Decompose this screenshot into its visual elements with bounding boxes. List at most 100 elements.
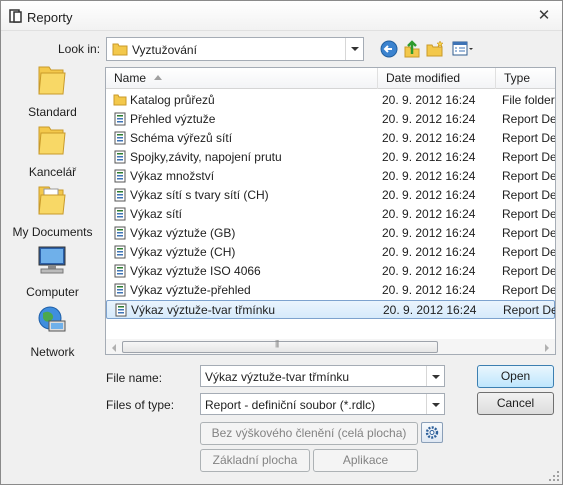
files-of-type-dropdown[interactable]: Report - definiční soubor (*.rdlc)	[200, 393, 445, 415]
files-of-type-value: Report - definiční soubor (*.rdlc)	[205, 398, 376, 412]
cancel-button[interactable]: Cancel	[477, 392, 554, 415]
open-button[interactable]: Open	[477, 365, 554, 388]
file-type: File folder	[502, 93, 555, 107]
file-name: Výkaz výztuže (CH)	[130, 245, 236, 259]
close-button[interactable]: ✕	[536, 7, 552, 25]
column-type-label: Type	[504, 71, 531, 85]
gear-icon	[425, 426, 439, 439]
file-type: Report De	[503, 303, 556, 317]
file-row[interactable]: Spojky,závity, napojení prutu 20. 9. 2012…	[106, 148, 555, 167]
file-type: Report De	[502, 245, 556, 259]
file-date: 20. 9. 2012 16:24	[382, 226, 476, 240]
report-app-icon	[9, 9, 22, 23]
file-row[interactable]: Výkaz sítí s tvary sítí (CH) 20. 9. 2012 …	[106, 186, 555, 205]
scroll-right-icon[interactable]	[545, 344, 549, 352]
file-list-header: Name Date modified Type	[106, 68, 555, 89]
column-date-label: Date modified	[386, 71, 461, 85]
place-network[interactable]: Network	[5, 301, 100, 359]
resize-grip-icon[interactable]	[549, 471, 559, 481]
column-header-date[interactable]: Date modified	[378, 68, 496, 89]
file-name: Výkaz množství	[130, 169, 215, 183]
file-row[interactable]: Výkaz množství 20. 9. 2012 16:24 Report De	[106, 167, 555, 186]
network-icon	[38, 306, 66, 332]
view-menu-icon[interactable]	[451, 39, 475, 59]
file-date: 20. 9. 2012 16:24	[382, 245, 476, 259]
file-row[interactable]: Výkaz výztuže-tvar třmínku 20. 9. 2012 16…	[106, 300, 555, 319]
file-date: 20. 9. 2012 16:24	[382, 264, 476, 278]
file-type: Report De	[502, 150, 556, 164]
look-in-label: Look in:	[58, 42, 101, 56]
file-list[interactable]: Name Date modified Type Katalog průřezů 2…	[105, 67, 556, 355]
folder-icon	[112, 43, 128, 56]
chevron-down-icon[interactable]	[426, 366, 444, 386]
chevron-down-icon[interactable]	[426, 394, 444, 414]
file-type: Report De	[502, 131, 556, 145]
scrollbar-thumb[interactable]	[122, 339, 438, 353]
file-date: 20. 9. 2012 16:24	[383, 303, 477, 317]
apply-button[interactable]: Aplikace	[313, 449, 418, 472]
file-type: Report De	[502, 188, 556, 202]
file-type: Report De	[502, 207, 556, 221]
horizontal-scrollbar[interactable]	[106, 339, 555, 354]
file-date: 20. 9. 2012 16:24	[382, 188, 476, 202]
file-name-input[interactable]: Výkaz výztuže-tvar třmínku	[200, 365, 445, 387]
scroll-left-icon[interactable]	[112, 344, 116, 352]
file-date: 20. 9. 2012 16:24	[382, 93, 476, 107]
place-kancelar[interactable]: Kancelář	[5, 121, 100, 179]
file-row[interactable]: Výkaz výztuže (CH) 20. 9. 2012 16:24 Repor…	[106, 243, 555, 262]
window-title: Reporty	[27, 10, 73, 25]
file-name: Výkaz výztuže ISO 4066	[130, 264, 261, 278]
base-area-button[interactable]: Základní plocha	[200, 449, 310, 472]
look-in-value: Vyztužování	[132, 43, 197, 57]
file-name: Katalog průřezů	[130, 93, 215, 107]
file-name: Výkaz sítí	[130, 207, 183, 221]
new-folder-icon[interactable]	[425, 39, 445, 59]
place-label: Kancelář	[28, 165, 77, 179]
file-row[interactable]: Schéma výřezů sítí 20. 9. 2012 16:24 Repor…	[106, 129, 555, 148]
file-name: Spojky,závity, napojení prutu	[130, 150, 282, 164]
column-name-label: Name	[114, 71, 147, 85]
folder-icon	[38, 126, 66, 155]
file-name: Přehled výztuže	[130, 112, 216, 126]
file-name: Výkaz výztuže-tvar třmínku	[131, 303, 276, 317]
title-bar: Reporty ✕	[1, 1, 562, 31]
file-date: 20. 9. 2012 16:24	[382, 131, 476, 145]
file-name: Výkaz sítí s tvary sítí (CH)	[130, 188, 269, 202]
place-label: Computer	[26, 285, 79, 299]
up-folder-icon[interactable]	[402, 39, 422, 59]
file-name-label: File name:	[106, 371, 163, 385]
column-header-name[interactable]: Name	[106, 68, 378, 89]
file-name-value: Výkaz výztuže-tvar třmínku	[205, 370, 350, 384]
back-arrow-icon[interactable]	[379, 39, 399, 59]
file-row[interactable]: Přehled výztuže 20. 9. 2012 16:24 Report D…	[106, 110, 555, 129]
file-row[interactable]: Výkaz výztuže (GB) 20. 9. 2012 16:24 Repor…	[106, 224, 555, 243]
full-area-button[interactable]: Bez výškového členění (celá plocha)	[200, 422, 418, 445]
chevron-down-icon[interactable]	[345, 38, 363, 60]
file-type: Report De	[502, 264, 556, 278]
file-row[interactable]: Výkaz výztuže ISO 4066 20. 9. 2012 16:24 R…	[106, 262, 555, 281]
place-label: Standard	[28, 105, 77, 119]
documents-folder-icon	[38, 186, 66, 215]
place-computer[interactable]: Computer	[5, 241, 100, 299]
folder-icon	[38, 66, 66, 95]
computer-icon	[38, 246, 66, 274]
sort-ascending-icon	[154, 75, 163, 80]
file-row[interactable]: Výkaz sítí 20. 9. 2012 16:24 Report De	[106, 205, 555, 224]
file-date: 20. 9. 2012 16:24	[382, 207, 476, 221]
place-standard[interactable]: Standard	[5, 61, 100, 119]
file-row[interactable]: Výkaz výztuže-přehled 20. 9. 2012 16:24 Re…	[106, 281, 555, 300]
file-type: Report De	[502, 226, 556, 240]
column-header-type[interactable]: Type	[496, 68, 555, 89]
reporty-dialog: Reporty ✕ Look in: Vyztužování Standard	[0, 0, 563, 485]
file-date: 20. 9. 2012 16:24	[382, 150, 476, 164]
file-date: 20. 9. 2012 16:24	[382, 283, 476, 297]
files-of-type-label: Files of type:	[106, 398, 175, 412]
look-in-dropdown[interactable]: Vyztužování	[106, 37, 364, 61]
report-file-icon	[114, 303, 128, 323]
file-name: Výkaz výztuže-přehled	[130, 283, 251, 297]
place-label: My Documents	[12, 225, 93, 239]
file-row[interactable]: Katalog průřezů 20. 9. 2012 16:24 File fol…	[106, 91, 555, 110]
place-my-documents[interactable]: My Documents	[5, 181, 100, 239]
settings-button[interactable]	[421, 422, 443, 443]
file-date: 20. 9. 2012 16:24	[382, 112, 476, 126]
